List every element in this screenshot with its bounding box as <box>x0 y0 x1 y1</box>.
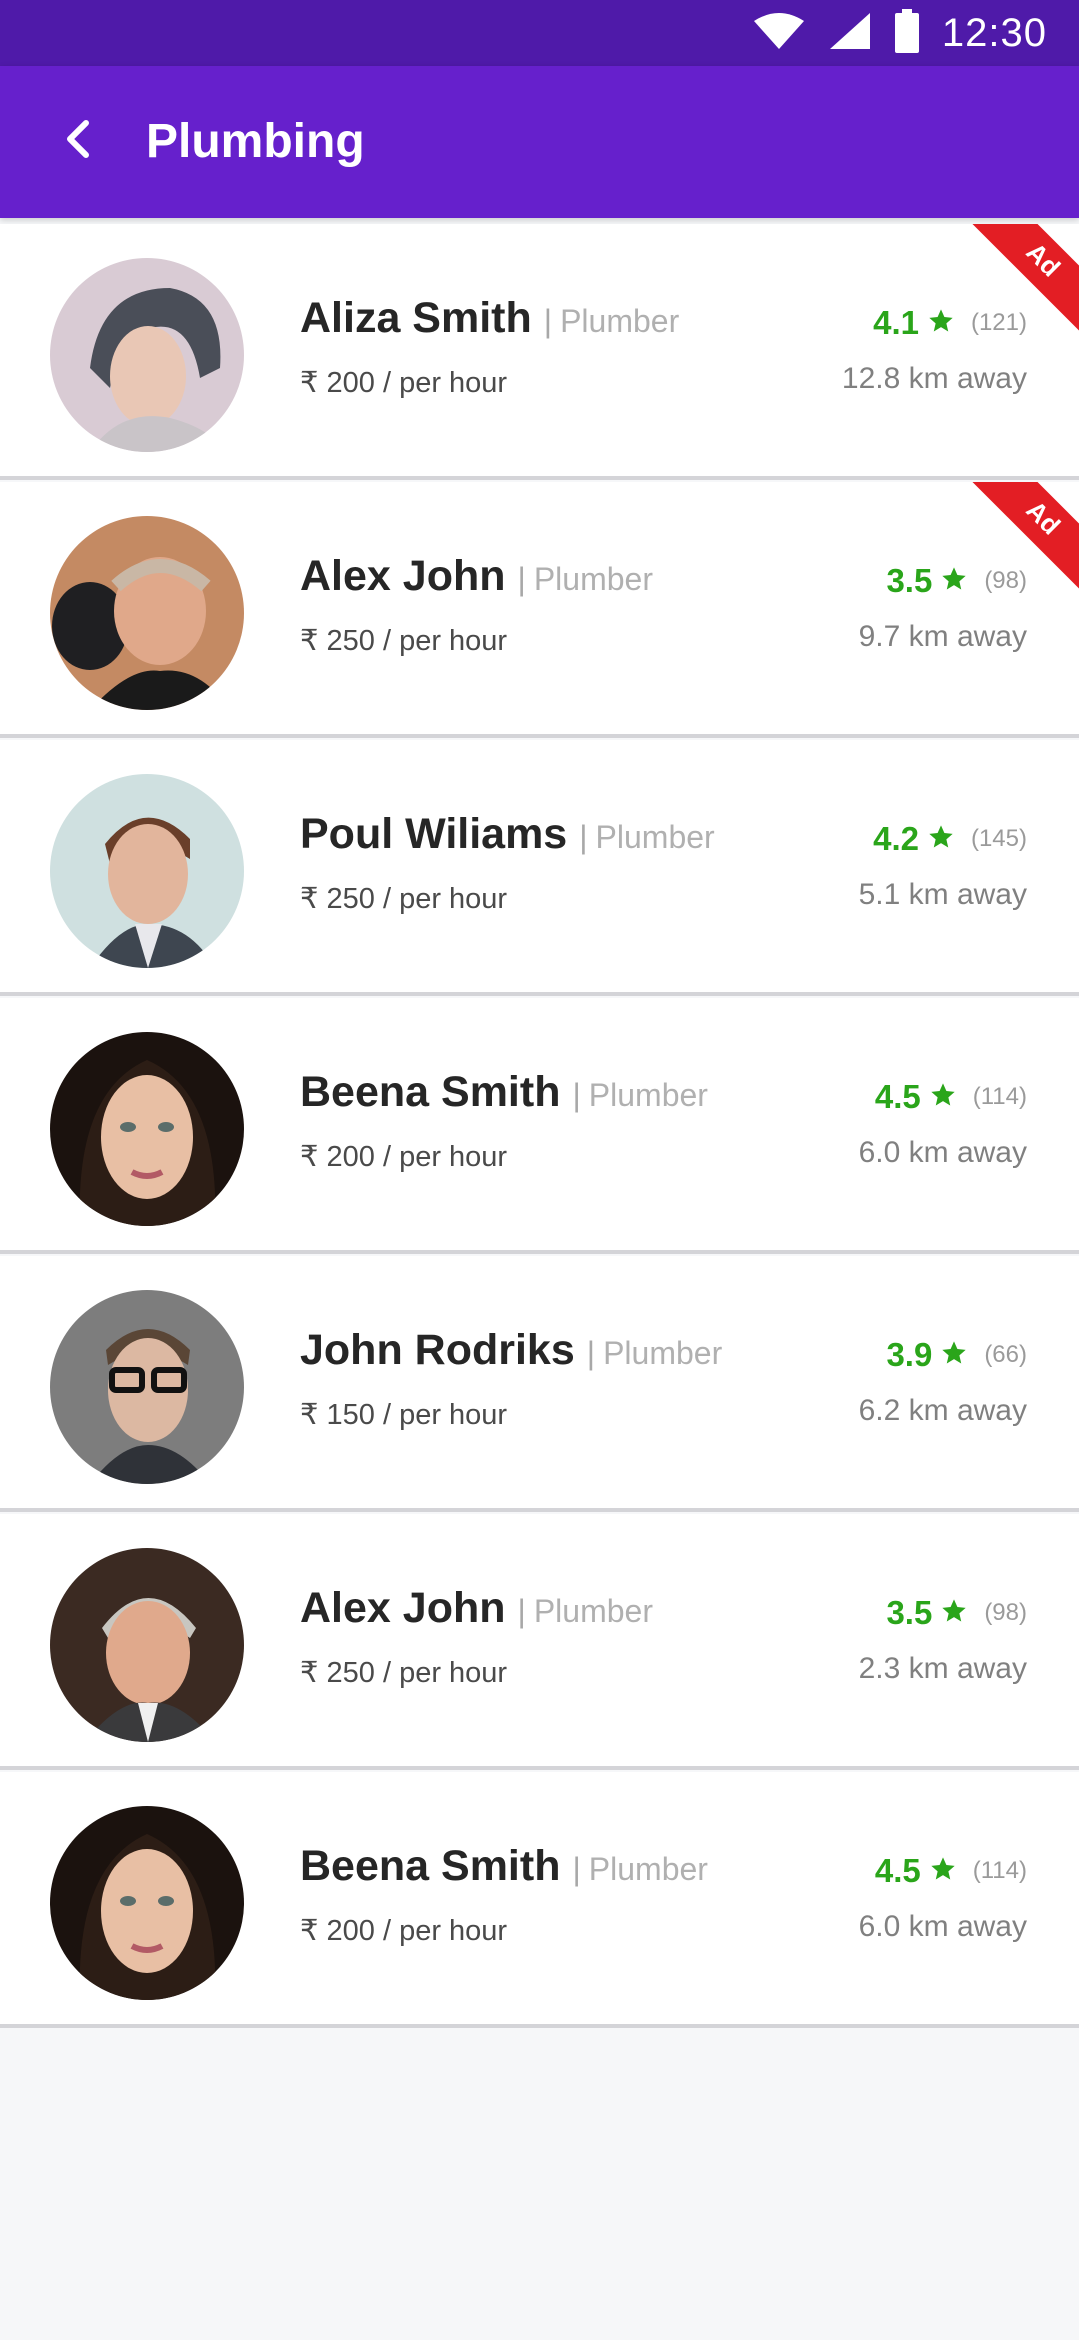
provider-meta: 4.5 (114) 6.0 km away <box>859 1852 1027 1944</box>
avatar <box>50 1806 244 2000</box>
provider-info: Beena Smith | Plumber ₹ 200 / per hour <box>300 1068 708 1174</box>
star-icon <box>940 1339 968 1372</box>
provider-meta: 4.2 (145) 5.1 km away <box>859 820 1027 912</box>
distance: 6.2 km away <box>858 1394 1027 1427</box>
provider-meta: 3.9 (66) 6.2 km away <box>859 1336 1027 1428</box>
name-separator: | <box>543 303 553 339</box>
provider-info: Poul Wiliams | Plumber ₹ 250 / per hour <box>300 810 715 916</box>
wifi-icon <box>752 11 806 56</box>
review-count: (121) <box>970 309 1027 336</box>
provider-name: Alex John <box>300 1584 506 1632</box>
provider-info: Alex John | Plumber ₹ 250 / per hour <box>300 1584 653 1690</box>
provider-name: John Rodriks <box>300 1326 575 1374</box>
status-icons: 12:30 <box>752 8 1047 58</box>
provider-role: Plumber <box>595 819 715 855</box>
star-icon <box>927 823 955 856</box>
provider-card[interactable]: John Rodriks | Plumber ₹ 150 / per hour 3.9 (… <box>0 1256 1079 1512</box>
avatar <box>50 1290 244 1484</box>
provider-card[interactable]: Poul Wiliams | Plumber ₹ 250 / per hour 4.2 (… <box>0 740 1079 996</box>
provider-name: Alex John <box>300 552 506 600</box>
rating-value: 4.1 <box>873 304 919 341</box>
provider-role: Plumber <box>560 303 680 339</box>
provider-card[interactable]: Aliza Smith | Plumber ₹ 200 / per hour 4.1 (1… <box>0 224 1079 480</box>
hourly-rate: ₹ 250 / per hour <box>300 883 508 915</box>
distance: 9.7 km away <box>858 620 1027 653</box>
provider-role: Plumber <box>603 1335 723 1371</box>
review-count: (114) <box>972 1083 1027 1110</box>
star-icon <box>929 1855 957 1888</box>
provider-role: Plumber <box>533 561 653 597</box>
name-separator: | <box>572 1851 581 1887</box>
provider-card[interactable]: Alex John | Plumber ₹ 250 / per hour 3.5 (98)… <box>0 482 1079 738</box>
provider-list: Aliza Smith | Plumber ₹ 200 / per hour 4.1 (1… <box>0 224 1079 2030</box>
distance: 6.0 km away <box>858 1910 1027 1943</box>
page-title: Plumbing <box>146 115 365 168</box>
rating-value: 3.9 <box>886 1336 933 1373</box>
provider-name: Poul Wiliams <box>300 810 568 858</box>
provider-info: Aliza Smith | Plumber ₹ 200 / per hour <box>300 294 679 400</box>
provider-name: Beena Smith <box>300 1842 561 1890</box>
name-separator: | <box>586 1335 596 1371</box>
ad-label: Ad <box>1020 236 1067 283</box>
distance: 2.3 km away <box>858 1652 1027 1685</box>
provider-meta: 4.5 (114) 6.0 km away <box>859 1078 1027 1170</box>
provider-role: Plumber <box>588 1851 708 1887</box>
rating-value: 3.5 <box>886 562 933 599</box>
name-separator: | <box>572 1077 581 1113</box>
star-icon <box>940 565 968 598</box>
battery-icon <box>894 8 920 58</box>
hourly-rate: ₹ 200 / per hour <box>300 1141 508 1173</box>
star-icon <box>940 1597 968 1630</box>
provider-meta: 3.5 (98) 2.3 km away <box>859 1594 1027 1686</box>
signal-icon <box>828 11 872 56</box>
hourly-rate: ₹ 150 / per hour <box>300 1399 508 1431</box>
name-separator: | <box>517 561 526 597</box>
avatar <box>50 1548 244 1742</box>
provider-meta: 3.5 (98) 9.7 km away <box>859 562 1027 654</box>
hourly-rate: ₹ 200 / per hour <box>300 367 508 399</box>
review-count: (98) <box>984 567 1027 594</box>
status-bar: 12:30 <box>0 0 1079 66</box>
back-button[interactable] <box>44 106 114 176</box>
rating-value: 3.5 <box>886 1594 933 1631</box>
rating-value: 4.5 <box>874 1078 921 1115</box>
provider-info: Beena Smith | Plumber ₹ 200 / per hour <box>300 1842 708 1948</box>
provider-info: Alex John | Plumber ₹ 250 / per hour <box>300 552 653 658</box>
review-count: (98) <box>984 1599 1027 1626</box>
review-count: (114) <box>972 1857 1027 1884</box>
name-separator: | <box>579 819 588 855</box>
hourly-rate: ₹ 250 / per hour <box>300 1657 508 1689</box>
avatar <box>50 774 244 968</box>
review-count: (66) <box>984 1341 1027 1368</box>
distance: 12.8 km away <box>841 362 1027 395</box>
provider-card[interactable]: Beena Smith | Plumber ₹ 200 / per hour 4.5 (1… <box>0 998 1079 1254</box>
avatar <box>50 1032 244 1226</box>
provider-card[interactable]: Alex John | Plumber ₹ 250 / per hour 3.5 (98)… <box>0 1514 1079 1770</box>
avatar <box>50 258 244 452</box>
hourly-rate: ₹ 250 / per hour <box>300 625 508 657</box>
provider-info: John Rodriks | Plumber ₹ 150 / per hour <box>300 1326 722 1432</box>
distance: 5.1 km away <box>858 878 1027 911</box>
back-arrow-icon <box>62 119 96 164</box>
provider-name: Beena Smith <box>300 1068 561 1116</box>
provider-role: Plumber <box>588 1077 708 1113</box>
review-count: (145) <box>970 825 1027 852</box>
provider-name: Aliza Smith <box>300 294 532 342</box>
avatar <box>50 516 244 710</box>
rating-value: 4.2 <box>873 820 919 857</box>
app-bar: Plumbing <box>0 66 1079 218</box>
provider-meta: 4.1 (121) 12.8 km away <box>842 304 1027 396</box>
rating-value: 4.5 <box>874 1852 921 1889</box>
star-icon <box>929 1081 957 1114</box>
star-icon <box>927 307 955 340</box>
provider-card[interactable]: Beena Smith | Plumber ₹ 200 / per hour 4.5 (1… <box>0 1772 1079 2028</box>
name-separator: | <box>517 1593 526 1629</box>
ad-label: Ad <box>1020 494 1067 541</box>
distance: 6.0 km away <box>858 1136 1027 1169</box>
provider-role: Plumber <box>533 1593 653 1629</box>
hourly-rate: ₹ 200 / per hour <box>300 1915 508 1947</box>
status-time: 12:30 <box>941 10 1047 55</box>
